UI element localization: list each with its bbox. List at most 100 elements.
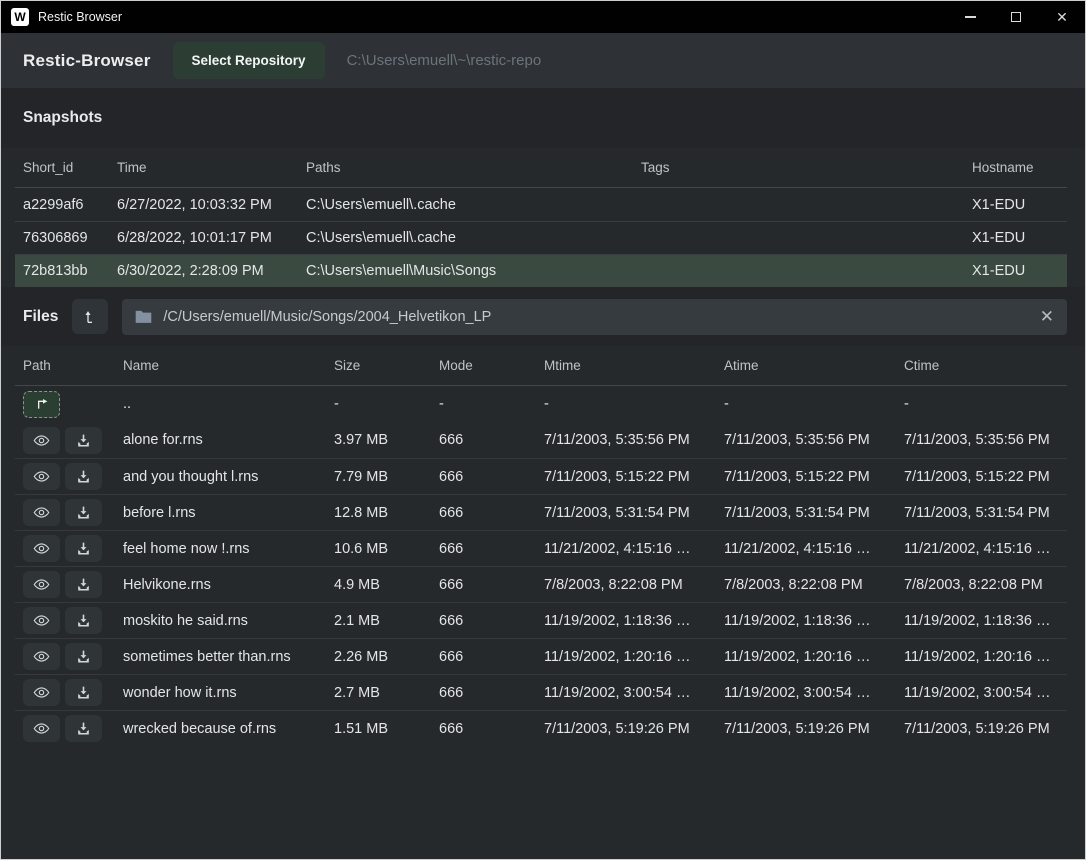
preview-file-button[interactable] (23, 571, 60, 598)
file-row: alone for.rns 3.97 MB 666 7/11/2003, 5:3… (15, 422, 1067, 458)
clear-path-button[interactable]: ✕ (1040, 308, 1054, 325)
column-header-short-id: Short_id (15, 160, 109, 175)
preview-file-button[interactable] (23, 679, 60, 706)
file-ctime: 11/19/2002, 3:00:54 … (896, 685, 1067, 701)
current-path-bar[interactable]: /C/Users/emuell/Music/Songs/2004_Helveti… (122, 299, 1067, 335)
file-row-actions (15, 607, 115, 634)
preview-file-button[interactable] (23, 715, 60, 742)
snapshot-short-id: 72b813bb (15, 263, 109, 279)
download-file-button[interactable] (65, 715, 102, 742)
window-title: Restic Browser (38, 10, 122, 24)
file-size: 1.51 MB (326, 721, 431, 737)
file-row: wrecked because of.rns 1.51 MB 666 7/11/… (15, 710, 1067, 746)
maximize-button[interactable] (993, 1, 1039, 33)
file-size: - (326, 396, 431, 412)
file-atime: 11/19/2002, 1:20:16 … (716, 649, 896, 665)
download-file-button[interactable] (65, 535, 102, 562)
go-parent-directory-button[interactable] (23, 391, 60, 418)
column-header-path: Path (15, 358, 115, 373)
snapshot-row[interactable]: 76306869 6/28/2022, 10:01:17 PM C:\Users… (15, 221, 1067, 254)
snapshot-row[interactable]: 72b813bb 6/30/2022, 2:28:09 PM C:\Users\… (15, 254, 1067, 287)
file-ctime: - (896, 396, 1067, 412)
preview-file-button[interactable] (23, 463, 60, 490)
snapshots-table-body: a2299af6 6/27/2022, 10:03:32 PM C:\Users… (1, 188, 1085, 287)
column-header-size: Size (326, 358, 431, 373)
file-name: .. (115, 396, 326, 412)
file-mtime: 11/19/2002, 1:20:16 … (536, 649, 716, 665)
files-section-header: Files /C/Users/emuell/Music/Songs/2004_H… (1, 287, 1085, 346)
file-row: and you thought l.rns 7.79 MB 666 7/11/2… (15, 458, 1067, 494)
file-mode: 666 (431, 685, 536, 701)
files-table: Path Name Size Mode Mtime Atime Ctime (1, 346, 1085, 859)
close-button[interactable]: ✕ (1039, 1, 1085, 33)
preview-file-button[interactable] (23, 535, 60, 562)
file-mode: - (431, 396, 536, 412)
snapshots-title: Snapshots (23, 109, 102, 127)
file-atime: 7/11/2003, 5:31:54 PM (716, 505, 896, 521)
file-size: 7.79 MB (326, 469, 431, 485)
file-row-actions (15, 715, 115, 742)
file-mode: 666 (431, 432, 536, 448)
parent-directory-row: .. - - - - - (15, 386, 1067, 422)
preview-file-button[interactable] (23, 427, 60, 454)
file-mode: 666 (431, 649, 536, 665)
file-size: 3.97 MB (326, 432, 431, 448)
download-file-button[interactable] (65, 571, 102, 598)
file-name: wrecked because of.rns (115, 721, 326, 737)
file-mode: 666 (431, 469, 536, 485)
files-table-body: alone for.rns 3.97 MB 666 7/11/2003, 5:3… (1, 422, 1085, 746)
minimize-button[interactable] (947, 1, 993, 33)
snapshot-short-id: 76306869 (15, 230, 109, 246)
eye-icon (33, 576, 50, 593)
preview-file-button[interactable] (23, 499, 60, 526)
file-atime: 7/11/2003, 5:35:56 PM (716, 432, 896, 448)
file-row: feel home now !.rns 10.6 MB 666 11/21/20… (15, 530, 1067, 566)
download-icon (76, 541, 91, 556)
file-atime: 7/11/2003, 5:19:26 PM (716, 721, 896, 737)
preview-file-button[interactable] (23, 643, 60, 670)
download-file-button[interactable] (65, 607, 102, 634)
file-ctime: 11/21/2002, 4:15:16 … (896, 541, 1067, 557)
file-row-actions (15, 499, 115, 526)
select-repository-button[interactable]: Select Repository (173, 42, 325, 79)
file-row-actions (15, 643, 115, 670)
file-mtime: 7/11/2003, 5:19:26 PM (536, 721, 716, 737)
snapshot-row[interactable]: a2299af6 6/27/2022, 10:03:32 PM C:\Users… (15, 188, 1067, 221)
file-row-actions (15, 571, 115, 598)
minimize-icon (965, 16, 976, 18)
file-size: 2.1 MB (326, 613, 431, 629)
file-name: and you thought l.rns (115, 469, 326, 485)
file-row: before l.rns 12.8 MB 666 7/11/2003, 5:31… (15, 494, 1067, 530)
file-mode: 666 (431, 505, 536, 521)
open-parent-button[interactable] (72, 299, 108, 334)
file-atime: 11/19/2002, 3:00:54 … (716, 685, 896, 701)
download-file-button[interactable] (65, 499, 102, 526)
download-icon (76, 469, 91, 484)
column-header-mode: Mode (431, 358, 536, 373)
restic-browser-window: W Restic Browser ✕ Restic-Browser Select… (0, 0, 1086, 860)
file-ctime: 7/11/2003, 5:31:54 PM (896, 505, 1067, 521)
files-table-header: Path Name Size Mode Mtime Atime Ctime (15, 346, 1067, 386)
download-file-button[interactable] (65, 643, 102, 670)
file-atime: - (716, 396, 896, 412)
column-header-ctime: Ctime (896, 358, 1067, 373)
download-file-button[interactable] (65, 679, 102, 706)
file-name: Helvikone.rns (115, 577, 326, 593)
column-header-hostname: Hostname (964, 160, 1067, 175)
file-name: sometimes better than.rns (115, 649, 326, 665)
download-file-button[interactable] (65, 463, 102, 490)
file-mtime: 7/11/2003, 5:15:22 PM (536, 469, 716, 485)
file-mode: 666 (431, 541, 536, 557)
preview-file-button[interactable] (23, 607, 60, 634)
folder-icon (135, 309, 152, 324)
file-row: wonder how it.rns 2.7 MB 666 11/19/2002,… (15, 674, 1067, 710)
file-row: sometimes better than.rns 2.26 MB 666 11… (15, 638, 1067, 674)
file-name: feel home now !.rns (115, 541, 326, 557)
snapshot-time: 6/27/2022, 10:03:32 PM (109, 197, 298, 213)
window-controls: ✕ (947, 1, 1085, 33)
download-icon (76, 649, 91, 664)
snapshot-hostname: X1-EDU (964, 197, 1067, 213)
file-ctime: 11/19/2002, 1:20:16 … (896, 649, 1067, 665)
download-file-button[interactable] (65, 427, 102, 454)
parent-dir-icon (34, 396, 50, 412)
